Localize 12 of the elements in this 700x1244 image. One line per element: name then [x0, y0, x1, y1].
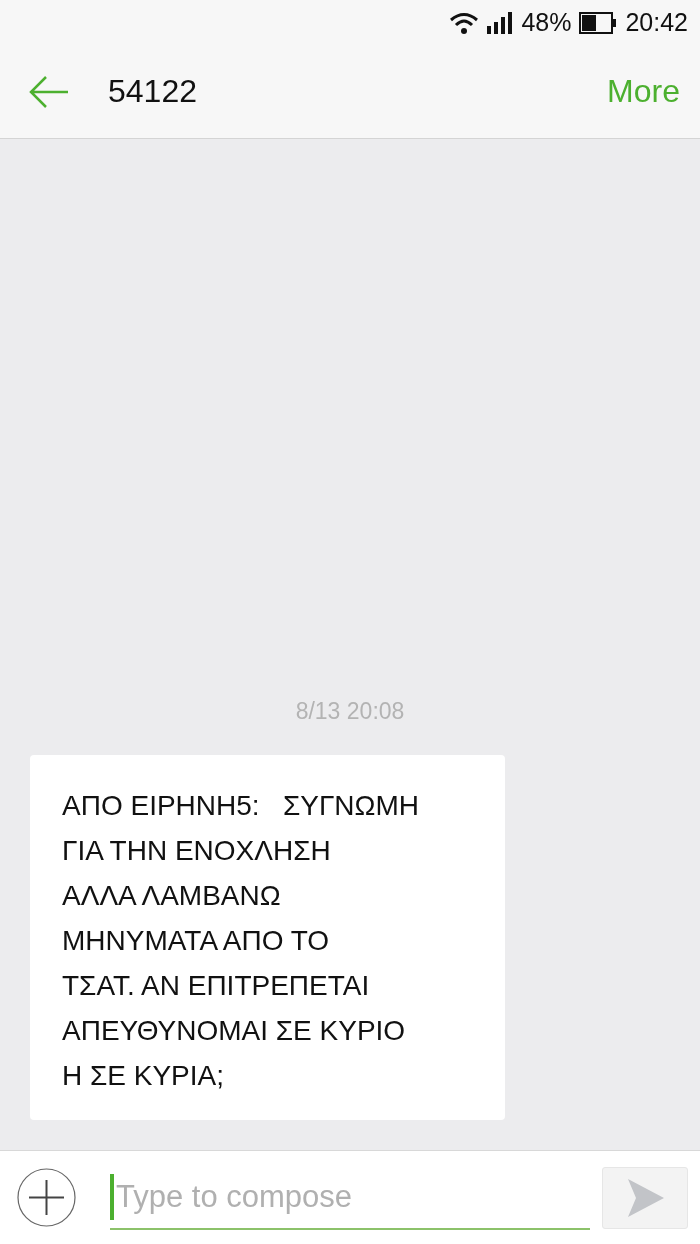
battery-percent: 48%: [521, 8, 572, 37]
wifi-icon: [449, 11, 480, 34]
message-bubble: ΑΠΟ ΕΙΡΗΝΗ5: ΣΥΓΝΩΜΗ ΓΙΑ ΤΗΝ ΕΝΟΧΛΗΣΗ ΑΛΛΑ ΛΑΜΒΑΝΩ ΜΗΝΥΜΑΤΑ ΑΠΟ ΤΟ ΤΣΑΤ. ΑΝ ΕΠΙΤΡΕΠΕΤΑΙ ΑΠΕΥΘΥΝΟΜΑΙ ΣΕ ΚΥΡΙΟ Η ΣΕ ΚΥΡΙΑ;: [30, 755, 505, 1120]
battery-icon: [579, 11, 618, 34]
conversation-title: 54122: [108, 73, 198, 110]
add-icon[interactable]: [17, 1168, 76, 1227]
more-button[interactable]: More: [607, 73, 680, 110]
send-button[interactable]: [602, 1166, 688, 1229]
clock-time: 20:42: [625, 8, 688, 37]
message-timestamp: 8/13 20:08: [295, 698, 405, 725]
back-arrow-icon[interactable]: [28, 74, 70, 109]
signal-icon: [487, 11, 514, 34]
